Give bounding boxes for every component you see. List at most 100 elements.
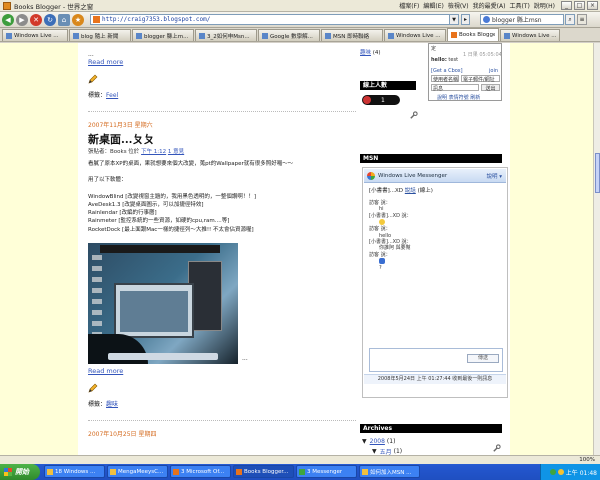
label-count: (4) [372, 50, 381, 56]
menu-file[interactable]: 檔案(F) [399, 1, 419, 10]
edit-pencil-icon[interactable] [88, 383, 98, 393]
tab-windows-live-1[interactable]: Windows Live ... [2, 29, 68, 41]
tab-windows-live-3[interactable]: Windows Live ... [500, 29, 560, 41]
folder-icon [47, 468, 53, 475]
zoom-level[interactable]: 100% [579, 457, 595, 463]
menu-help[interactable]: 說明(H) [534, 1, 555, 10]
address-bar[interactable]: http://craig7353.blogspot.com/ [90, 14, 450, 25]
post-time-link[interactable]: 下午 1:12 [141, 149, 166, 155]
status-bar: 100% [0, 455, 600, 464]
task-mengameeysc[interactable]: MengaMeeysC... [107, 465, 168, 478]
person-emoticon-icon [379, 258, 385, 265]
scrollbar-thumb[interactable] [595, 153, 600, 193]
volume-icon[interactable] [557, 469, 564, 475]
expand-triangle-icon[interactable]: ▼ [362, 438, 367, 445]
tab-google-math[interactable]: Google 數學解... [258, 29, 320, 41]
cbox-help-link[interactable]: 說明 [437, 95, 447, 101]
windows-flag-icon [4, 468, 12, 476]
cbox-name-field[interactable]: 使用者名稱 [431, 75, 459, 83]
label-link-fun[interactable]: 趣味 [106, 401, 118, 408]
msn-widget: Windows Live Messenger 說明 ▾ [小書書]...XD 說… [362, 167, 508, 398]
archive-month-link[interactable]: 五月 [380, 447, 392, 456]
byline-author: 張貼者：Books 位於 [88, 149, 140, 155]
label-link-fun[interactable]: 趣味 [360, 50, 371, 56]
msn-say-link[interactable]: 說話 [405, 188, 416, 194]
tab-label: blog 隨上 新聞 [81, 33, 119, 40]
go-button[interactable]: ▸ [461, 14, 470, 25]
menu-view[interactable]: 檢視(V) [448, 1, 469, 10]
cbox-message-field[interactable]: 訊息 [431, 84, 479, 92]
address-url[interactable]: http://craig7353.blogspot.com/ [102, 16, 210, 23]
tab-windows-live-2[interactable]: Windows Live ... [384, 29, 446, 41]
tab-msn-contact[interactable]: MSN 即時聯絡 [321, 29, 383, 41]
task-books-blogger[interactable]: Books Blogger... [233, 465, 294, 478]
msn-widget-header: Windows Live Messenger 說明 ▾ [364, 169, 506, 183]
start-button[interactable]: 開始 [0, 464, 40, 480]
maximize-button[interactable]: □ [574, 1, 585, 10]
label-link-feel[interactable]: Feel [106, 92, 118, 99]
desktop-screenshot-image[interactable] [88, 242, 238, 364]
title-bar: Books Blogger - 世界之窗 檔案(F) 編輯(E) 檢視(V) 我… [0, 0, 600, 12]
taskbar-buttons: 18 Windows ... MengaMeeysC... 3 Microsof… [44, 465, 422, 479]
image-ellipsis: ... [242, 354, 248, 362]
browser-icon [3, 1, 11, 10]
tab-blogger-msn[interactable]: blogger 縣上m... [132, 29, 194, 41]
post-comments-link[interactable]: 1 意見 [168, 149, 184, 155]
next-post-date: 2007年10月25日 星期四 [88, 430, 157, 438]
cbox-send-button[interactable]: 送出 [481, 84, 500, 92]
favorites-icon[interactable]: ★ [72, 13, 84, 26]
cbox-email-field[interactable]: 電子郵件/網址 [461, 75, 500, 83]
prev-read-more-link[interactable]: Read more [88, 58, 356, 66]
read-more-link[interactable]: Read more [88, 367, 356, 375]
msn-help-menu[interactable]: 說明 ▾ [486, 172, 502, 180]
forward-icon[interactable]: ▶ [16, 13, 28, 26]
tab-favicon-icon [199, 32, 205, 39]
msn-online-state: (線上) [417, 188, 433, 194]
minimize-button[interactable]: _ [561, 1, 572, 10]
search-button[interactable]: ⌕ [565, 14, 575, 25]
search-engine-icon[interactable] [483, 16, 490, 23]
search-query[interactable]: blogger 縣上msn [492, 15, 542, 24]
search-input[interactable]: blogger 縣上msn [480, 14, 564, 25]
task-windows[interactable]: 18 Windows ... [44, 465, 105, 478]
cbox-links: 說明 表情符號 刷新 [437, 94, 480, 101]
vertical-scrollbar[interactable] [593, 43, 600, 455]
task-messenger[interactable]: 3 Messenger [296, 465, 357, 478]
back-icon[interactable]: ◀ [2, 13, 14, 26]
archive-tree: ▼ 2008 (1) ▼ 五月 (1) [362, 436, 402, 456]
refresh-icon[interactable]: ↻ [44, 13, 56, 26]
menu-tools[interactable]: 工具(T) [509, 1, 529, 10]
edit-pencil-icon[interactable] [88, 74, 98, 84]
network-icon[interactable] [549, 469, 556, 475]
get-cbox-link[interactable]: [Get a Cbox] [431, 68, 463, 74]
system-clock[interactable]: 上午 01:48 [566, 468, 597, 477]
tab-blog-news[interactable]: blog 隨上 新聞 [69, 29, 131, 41]
msn-send-button[interactable]: 傳送 [467, 354, 499, 363]
close-button[interactable]: × [587, 1, 598, 10]
archive-year-link[interactable]: 2008 [370, 438, 385, 445]
address-dropdown-button[interactable]: ▼ [450, 14, 459, 25]
task-how-to-add-msn[interactable]: 如何加入MSN ... [359, 465, 420, 478]
archives-header: Archives [360, 424, 502, 433]
tab-label: 3_2如何申Msn... [207, 33, 250, 40]
stop-icon[interactable]: ✕ [30, 13, 42, 26]
task-microsoft-office[interactable]: 3 Microsoft Of... [170, 465, 231, 478]
wrench-icon[interactable] [492, 444, 501, 453]
expand-triangle-icon[interactable]: ▼ [372, 448, 377, 455]
menu-favorites[interactable]: 我的最愛(A) [473, 1, 506, 10]
wrench-icon[interactable] [409, 111, 418, 120]
task-label: 3 Messenger [307, 468, 343, 475]
dock-bar [100, 244, 220, 253]
home-icon[interactable]: ⌂ [58, 13, 70, 26]
tab-favicon-icon [73, 32, 79, 39]
tab-books-blogger[interactable]: Books Blogger... [447, 28, 499, 41]
cbox-refresh-link[interactable]: 刷新 [470, 95, 480, 101]
cbox-emoticons-link[interactable]: 表情符號 [449, 95, 469, 101]
cbox-get-row: [Get a Cbox] [431, 68, 463, 74]
tab-apply-msn[interactable]: 3_2如何申Msn... [195, 29, 257, 41]
post-title[interactable]: 新桌面...ㄆㄆ [88, 131, 356, 147]
toolbar-menu-button[interactable]: ≡ [577, 14, 587, 25]
cbox-join-link[interactable]: join [489, 68, 498, 74]
menu-edit[interactable]: 編輯(E) [423, 1, 443, 10]
msn-brand: Windows Live Messenger [378, 172, 448, 179]
